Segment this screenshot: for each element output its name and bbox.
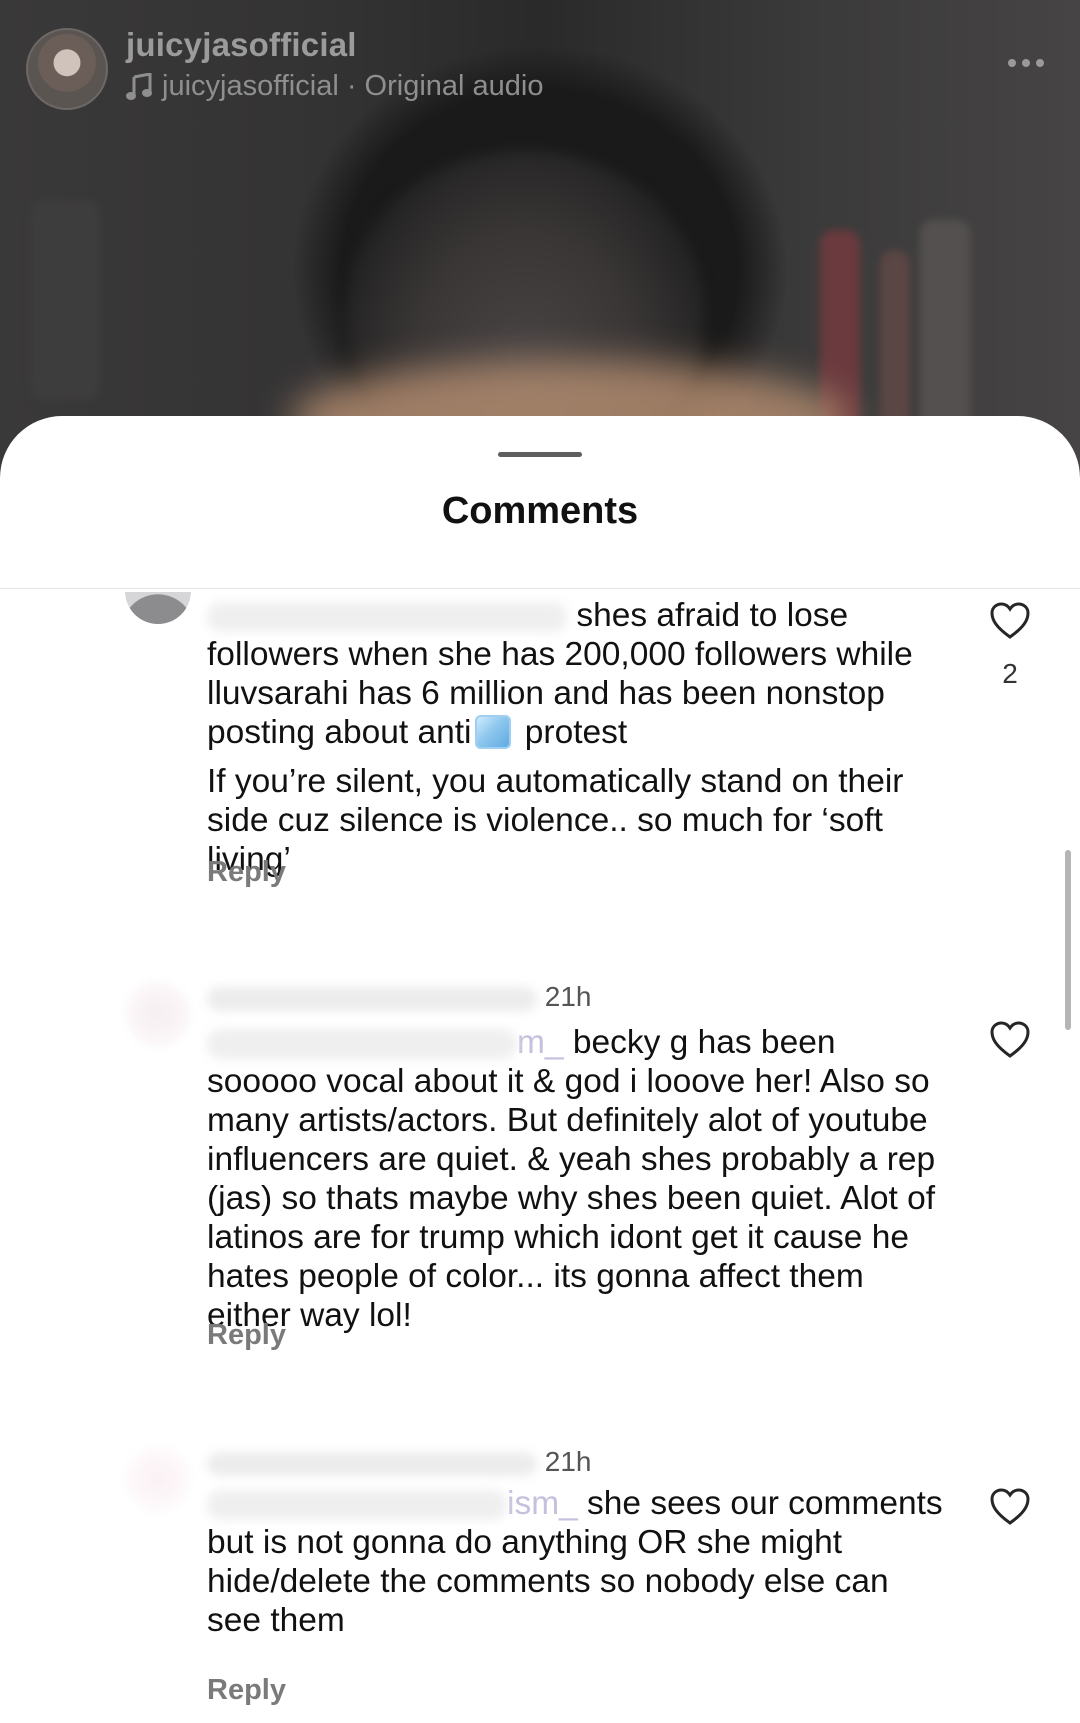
comment-meta: 21h (207, 1446, 592, 1478)
reply-button[interactable]: Reply (207, 1319, 286, 1352)
more-options-icon[interactable] (1008, 56, 1048, 70)
commenter-avatar[interactable] (125, 1446, 191, 1512)
mention-redacted[interactable] (207, 602, 567, 633)
comment-text: m_ becky g has been sooooo vocal about i… (207, 1023, 947, 1345)
background-object (30, 200, 100, 400)
commenter-avatar[interactable] (125, 981, 191, 1047)
comment-time: 21h (544, 981, 592, 1012)
mention-redacted[interactable] (207, 1029, 517, 1060)
audio-link[interactable]: juicyjasofficial · Original audio (126, 70, 543, 103)
comment-time: 21h (544, 1446, 592, 1477)
heart-icon[interactable] (990, 602, 1030, 640)
comment-text: ism_ she sees our comments but is not go… (207, 1484, 947, 1650)
background-object (880, 250, 910, 430)
comments-sheet: Comments shes afraid to lose followers w… (0, 416, 1080, 1723)
reply-button[interactable]: Reply (207, 1674, 286, 1707)
username-redacted[interactable] (207, 986, 537, 1011)
mention-tail[interactable]: m_ (517, 1024, 564, 1061)
comment-paragraph: If you’re silent, you automatically stan… (207, 763, 904, 878)
sheet-divider (0, 588, 1080, 589)
background-object (920, 220, 970, 440)
scrollbar[interactable] (1065, 850, 1071, 1030)
creator-username[interactable]: juicyjasofficial (126, 26, 357, 64)
username-redacted[interactable] (207, 1451, 537, 1476)
comment-text: shes afraid to lose followers when she h… (207, 596, 947, 889)
ice-cube-icon (475, 715, 512, 749)
comment-meta: 21h (207, 981, 592, 1013)
comment-body: becky g has been sooooo vocal about it &… (207, 1024, 936, 1334)
creator-avatar[interactable] (26, 28, 108, 110)
music-note-icon (126, 72, 152, 100)
sheet-title: Comments (441, 490, 639, 532)
heart-icon[interactable] (990, 1021, 1030, 1059)
audio-label: juicyjasofficial · Original audio (162, 70, 544, 102)
mention-tail[interactable]: ism_ (507, 1485, 578, 1522)
sheet-drag-handle[interactable] (498, 452, 582, 457)
heart-icon[interactable] (990, 1488, 1030, 1526)
reel-header: juicyjasofficial juicyjasofficial · Orig… (26, 24, 1056, 110)
like-count: 2 (1002, 658, 1018, 689)
mention-redacted[interactable] (207, 1490, 507, 1521)
reply-button[interactable]: Reply (207, 856, 286, 889)
commenter-avatar[interactable] (125, 592, 191, 624)
video-background: juicyjasofficial juicyjasofficial · Orig… (0, 0, 1080, 470)
comment-body-tail: protest (524, 714, 628, 751)
